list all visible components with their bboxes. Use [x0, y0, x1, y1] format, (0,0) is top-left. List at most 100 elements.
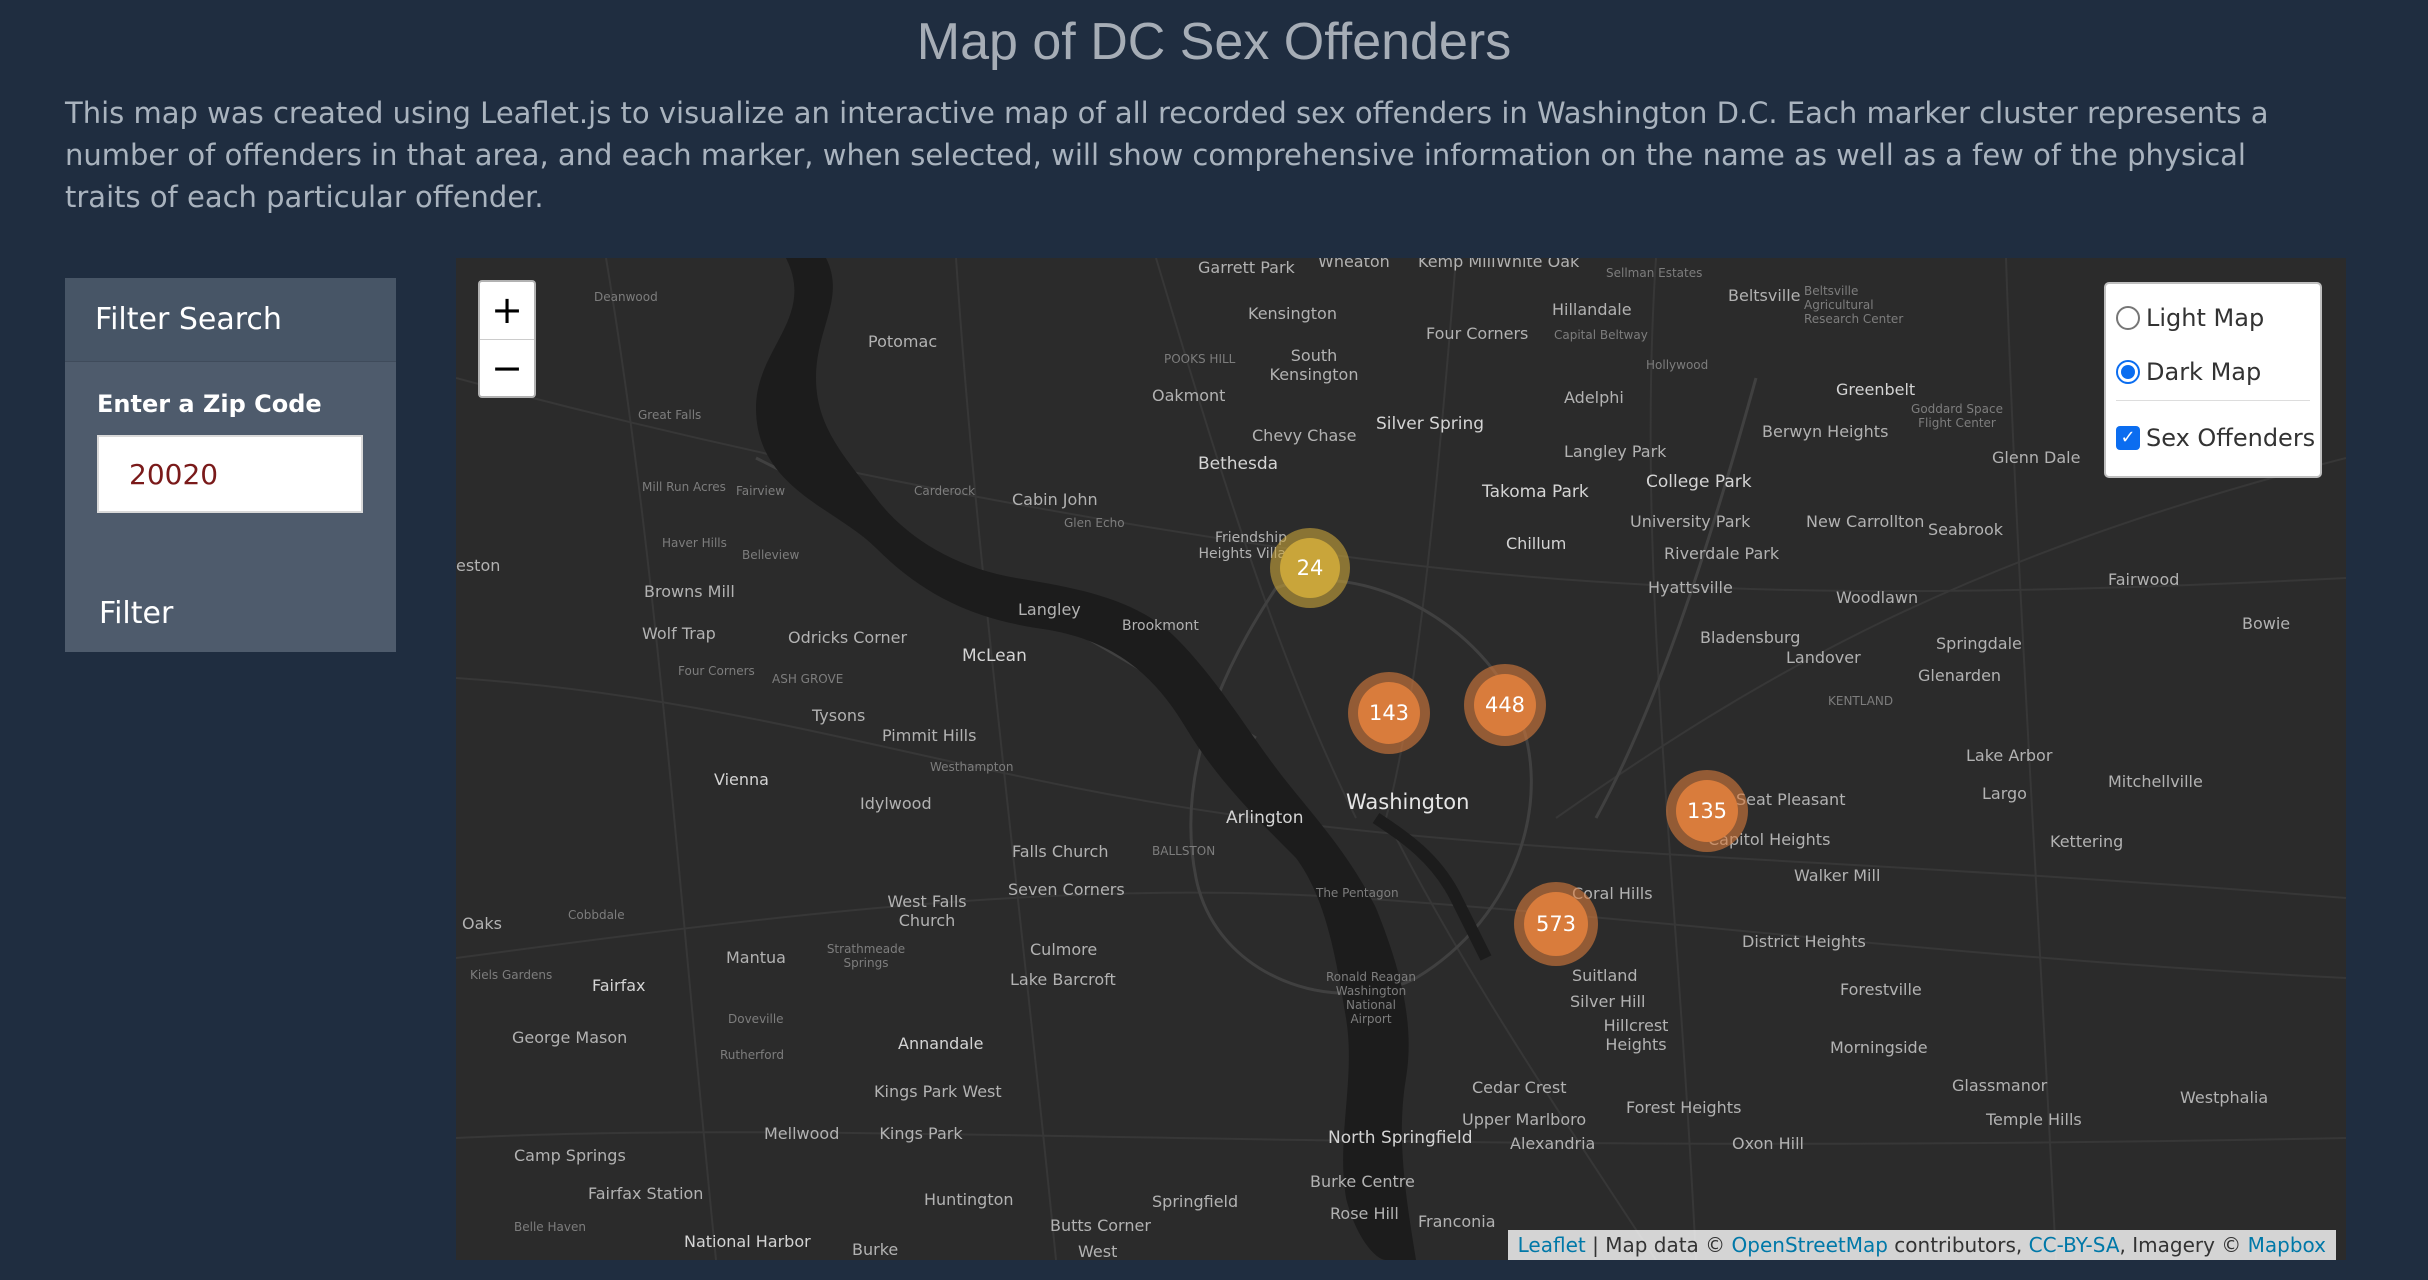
- cluster-count: 143: [1368, 701, 1410, 725]
- place-label: Belle Haven: [514, 1220, 586, 1234]
- place-label: Fairwood: [2108, 570, 2180, 589]
- place-label: Huntington: [924, 1190, 1014, 1209]
- place-label: Kings Park: [879, 1124, 963, 1143]
- cluster-count: 573: [1535, 912, 1577, 936]
- place-label: Cabin John: [1012, 490, 1098, 509]
- place-label: Forestville: [1840, 980, 1922, 999]
- place-label: Burke: [852, 1240, 899, 1259]
- place-label: Glen Echo: [1064, 516, 1125, 530]
- place-label: College Park: [1646, 472, 1752, 492]
- page-title: Map of DC Sex Offenders: [916, 13, 1512, 71]
- place-label: Mellwood: [764, 1124, 840, 1143]
- place-label: Chevy Chase: [1252, 426, 1357, 445]
- place-label: Fairfax Station: [588, 1184, 704, 1203]
- place-label: Kettering: [2050, 832, 2124, 851]
- intro-text: This map was created using Leaflet.js to…: [65, 96, 2269, 214]
- place-label: Glenarden: [1918, 666, 2002, 685]
- place-label: New Carrollton: [1806, 512, 1925, 531]
- dark-map-option[interactable]: Dark Map: [2116, 358, 2261, 386]
- place-label: South Kensington: [1269, 346, 1359, 384]
- place-label: Landover: [1786, 648, 1861, 667]
- zoom-in-button[interactable]: +: [480, 282, 534, 340]
- marker-cluster[interactable]: 448: [1464, 664, 1546, 746]
- place-label: Kiels Gardens: [470, 968, 553, 982]
- marker-cluster[interactable]: 135: [1666, 770, 1748, 852]
- place-label: Belleview: [742, 548, 800, 562]
- place-label: Seabrook: [1928, 520, 2004, 539]
- place-label: Kensington: [1248, 304, 1337, 323]
- place-label: Sellman Estates: [1606, 266, 1703, 280]
- place-label: Haver Hills: [662, 536, 727, 550]
- place-label: Walker Mill: [1794, 866, 1881, 885]
- light-map-radio[interactable]: [2116, 306, 2140, 330]
- sex-offenders-checkbox[interactable]: ✓: [2116, 426, 2140, 450]
- place-label: Oakmont: [1152, 386, 1226, 405]
- place-label: Riverdale Park: [1664, 544, 1780, 563]
- place-label: West: [1078, 1242, 1118, 1260]
- zoom-out-button[interactable]: −: [480, 340, 534, 397]
- map[interactable]: Garrett Park Wheaton Kemp Mill White Oak…: [456, 258, 2346, 1260]
- dark-map-label: Dark Map: [2146, 358, 2262, 386]
- place-label: KENTLAND: [1828, 694, 1894, 708]
- leaflet-link[interactable]: Leaflet: [1518, 1233, 1586, 1257]
- place-label: Suitland: [1572, 966, 1638, 985]
- place-label: Vienna: [714, 770, 769, 789]
- place-label: Springfield: [1152, 1192, 1239, 1211]
- place-label: Odricks Corner: [788, 628, 908, 647]
- layers-divider: [2116, 400, 2310, 401]
- place-label: Seat Pleasant: [1736, 790, 1846, 809]
- place-label: Browns Mill: [644, 582, 735, 601]
- light-map-option[interactable]: Light Map: [2116, 304, 2264, 332]
- place-label: Seven Corners: [1008, 880, 1125, 899]
- zip-label: Enter a Zip Code: [97, 390, 322, 418]
- place-label: Largo: [1982, 784, 2027, 803]
- place-label: Woodlawn: [1836, 588, 1919, 607]
- place-label: Tysons: [812, 706, 866, 725]
- place-label: Cobbdale: [568, 908, 625, 922]
- marker-cluster[interactable]: 143: [1348, 672, 1430, 754]
- cluster-count: 448: [1484, 693, 1526, 717]
- layers-control: Light Map Dark Map ✓ Sex Offenders: [2104, 282, 2322, 478]
- place-label: BALLSTON: [1152, 844, 1216, 858]
- zip-input[interactable]: [97, 435, 363, 513]
- place-label: Potomac: [868, 332, 938, 351]
- place-label: Westhampton: [930, 760, 1014, 774]
- place-label: University Park: [1630, 512, 1751, 531]
- osm-link[interactable]: OpenStreetMap: [1732, 1233, 1888, 1257]
- filter-heading: Filter Search: [65, 278, 396, 362]
- place-label: Silver Hill: [1570, 992, 1646, 1011]
- place-label: Hillandale: [1552, 300, 1632, 319]
- filter-panel: Filter Search Enter a Zip Code Filter: [65, 278, 396, 652]
- place-label: Glenn Dale: [1992, 448, 2081, 467]
- sex-offenders-option[interactable]: ✓ Sex Offenders: [2116, 424, 2315, 452]
- place-label: Washington: [1346, 790, 1470, 814]
- place-label: Brookmont: [1122, 618, 1199, 634]
- place-label: Takoma Park: [1482, 482, 1589, 502]
- place-label: Kemp Mill: [1418, 258, 1496, 271]
- marker-cluster[interactable]: 573: [1514, 882, 1598, 966]
- cluster-count: 135: [1686, 799, 1728, 823]
- place-label: Culmore: [1030, 940, 1098, 959]
- place-label: Beltsville Agricultural Research Center: [1804, 284, 1904, 326]
- place-label: Great Falls: [638, 408, 702, 422]
- place-label: Annandale: [898, 1034, 984, 1053]
- place-label: West Falls Church: [887, 892, 967, 930]
- dark-map-radio[interactable]: [2116, 360, 2140, 384]
- place-label: Temple Hills: [1986, 1110, 2082, 1129]
- place-label: Cedar Crest: [1472, 1078, 1567, 1097]
- place-label: Glassmanor: [1952, 1076, 2048, 1095]
- license-link[interactable]: CC-BY-SA: [2029, 1233, 2120, 1257]
- place-label: Idylwood: [860, 794, 932, 813]
- mapbox-link[interactable]: Mapbox: [2248, 1233, 2326, 1257]
- place-label: ASH GROVE: [772, 672, 844, 686]
- place-label: Burke Centre: [1310, 1172, 1415, 1191]
- filter-button[interactable]: Filter: [99, 596, 173, 631]
- place-label: Berwyn Heights: [1762, 422, 1889, 441]
- place-label: Bowie: [2242, 614, 2291, 633]
- marker-cluster[interactable]: 24: [1270, 528, 1350, 608]
- place-label: Wheaton: [1318, 258, 1390, 271]
- place-label: Mantua: [726, 948, 786, 967]
- place-label: Upper Marlboro: [1462, 1110, 1587, 1129]
- place-label: Hillcrest Heights: [1603, 1016, 1669, 1054]
- place-label: White Oak: [1496, 258, 1580, 271]
